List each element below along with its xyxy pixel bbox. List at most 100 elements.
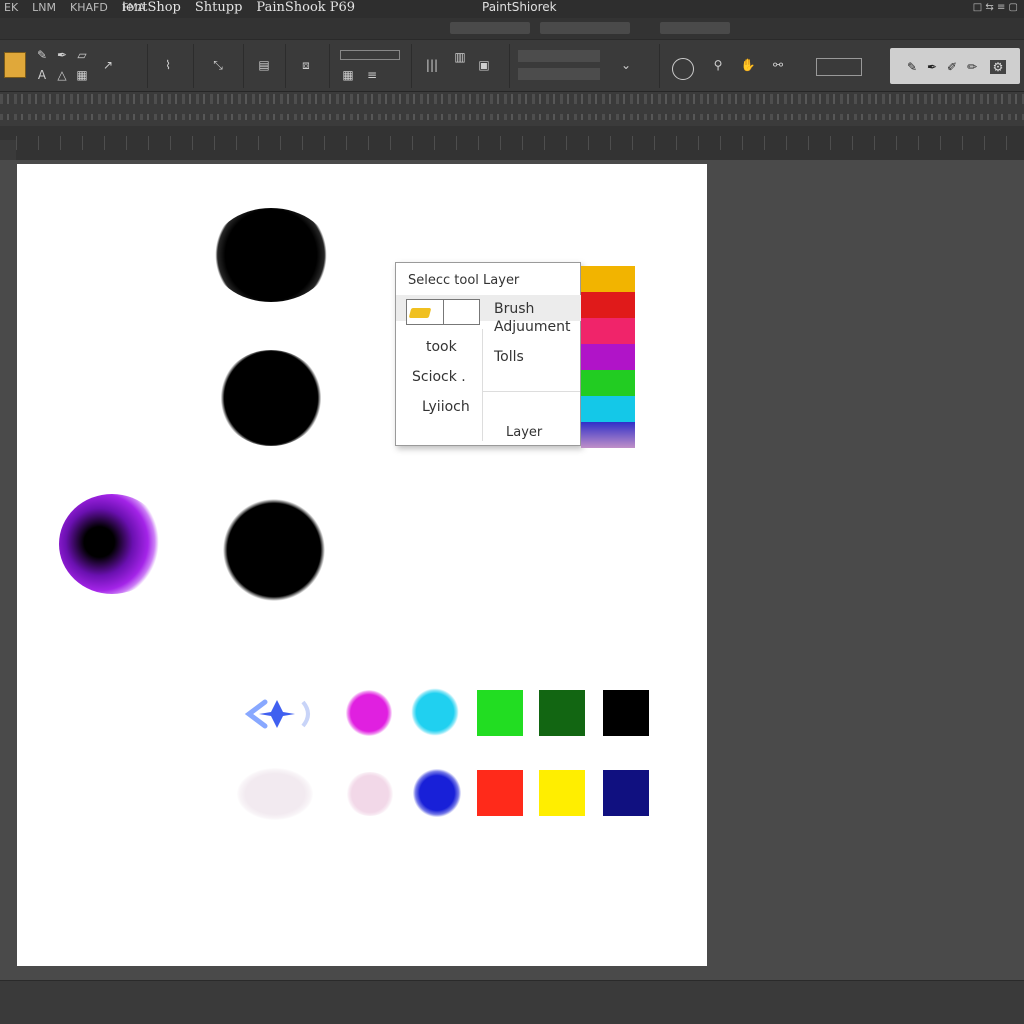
arrow-icon[interactable]: ↗ bbox=[100, 58, 116, 72]
app-name: PainShook P69 bbox=[256, 0, 356, 15]
menu-item[interactable]: KHAFD bbox=[70, 1, 108, 14]
drawing-canvas[interactable]: Selecc tool Layer Brush Adjuument Tolls … bbox=[17, 164, 707, 966]
menu-item[interactable]: EK bbox=[4, 1, 18, 14]
brush-icon[interactable]: ✎ bbox=[34, 48, 50, 62]
color-chip[interactable] bbox=[581, 318, 635, 344]
tool-group: ⚲ ✋ ⚯ bbox=[660, 44, 890, 88]
settings-icon[interactable]: ⚙ bbox=[990, 60, 1006, 74]
chevron-down-icon[interactable]: ⌄ bbox=[618, 58, 634, 72]
black-brush-stroke bbox=[223, 498, 325, 602]
dropdown-icon[interactable] bbox=[518, 50, 600, 62]
tab-strip bbox=[0, 18, 1024, 40]
person-icon[interactable]: ⚲ bbox=[710, 58, 726, 72]
lasso-icon[interactable]: ⌇ bbox=[160, 58, 176, 72]
color-chip[interactable] bbox=[581, 344, 635, 370]
menu-item[interactable]: LNM bbox=[32, 1, 56, 14]
red-swatch[interactable] bbox=[477, 770, 523, 816]
stamp-icon[interactable]: ⧈ bbox=[298, 58, 314, 72]
brush-preview[interactable] bbox=[406, 299, 480, 325]
cyan-brush-dab bbox=[411, 688, 459, 736]
grid-icon[interactable]: ▦ bbox=[74, 68, 90, 82]
circle-select-icon[interactable] bbox=[672, 58, 694, 80]
tab[interactable] bbox=[450, 22, 530, 34]
options-toolbar: ✎ ✒ ▱ A △ ▦ ↗ ⌇ ⤡ ▤ ⧈ ▦ ≡ ||| ▥ ▣ ⌄ ⚲ ✋ … bbox=[0, 40, 1024, 92]
yellow-swatch[interactable] bbox=[539, 770, 585, 816]
blue-brush-dab bbox=[413, 768, 461, 818]
popup-item-brush[interactable]: Brush bbox=[494, 301, 534, 317]
popup-divider bbox=[482, 391, 580, 392]
value-field-icon[interactable] bbox=[816, 58, 862, 76]
black-swatch[interactable] bbox=[603, 690, 649, 736]
popup-item-tools[interactable]: Tolls bbox=[494, 349, 524, 365]
tab[interactable] bbox=[540, 22, 630, 34]
separator bbox=[0, 94, 1024, 104]
popup-title: Selecc tool Layer bbox=[408, 273, 520, 288]
bars-icon[interactable]: ||| bbox=[424, 58, 440, 72]
layers-icon[interactable]: ▤ bbox=[256, 58, 272, 72]
pen-icon[interactable]: ✒ bbox=[924, 60, 940, 74]
status-bar bbox=[0, 980, 1024, 1024]
grid-icon[interactable]: ▦ bbox=[340, 68, 356, 82]
popup-item-layer[interactable]: Layer bbox=[506, 425, 542, 440]
panel-icon[interactable]: ▣ bbox=[476, 58, 492, 72]
ruler-ticks bbox=[16, 136, 1016, 150]
black-brush-stroke bbox=[211, 208, 331, 302]
magenta-brush-dab bbox=[345, 690, 393, 736]
color-chip[interactable] bbox=[581, 266, 635, 292]
green-swatch[interactable] bbox=[477, 690, 523, 736]
color-chip[interactable] bbox=[581, 370, 635, 396]
app-name: ientShop bbox=[122, 0, 181, 15]
tool-group: ▤ bbox=[244, 44, 286, 88]
app-name: Shtupp bbox=[194, 0, 243, 15]
text-icon[interactable]: A bbox=[34, 68, 50, 82]
dark-green-swatch[interactable] bbox=[539, 690, 585, 736]
tool-group: ⌄ bbox=[510, 44, 660, 88]
app-name-group: ientShop Shtupp PainShook P69 bbox=[122, 0, 355, 15]
workspace: Selecc tool Layer Brush Adjuument Tolls … bbox=[0, 160, 1024, 980]
color-strip bbox=[581, 266, 635, 448]
popup-item-sciock[interactable]: Sciock . bbox=[412, 369, 466, 385]
window-controls[interactable]: □ ⇆ ≡ ▢ bbox=[973, 2, 1018, 13]
slider-icon[interactable] bbox=[340, 50, 400, 60]
color-chip[interactable] bbox=[581, 396, 635, 422]
marker-icon[interactable]: ✐ bbox=[944, 60, 960, 74]
dropdown-icon[interactable] bbox=[518, 68, 600, 80]
table-icon[interactable]: ▥ bbox=[452, 50, 468, 64]
popup-item-lyiioch[interactable]: Lyiioch bbox=[422, 399, 470, 415]
arrow-shapes-icon bbox=[243, 694, 317, 734]
tab[interactable] bbox=[660, 22, 730, 34]
tool-group: ⧈ bbox=[286, 44, 330, 88]
color-chip[interactable] bbox=[581, 292, 635, 318]
popup-divider bbox=[482, 329, 483, 441]
align-icon[interactable]: ≡ bbox=[364, 68, 380, 82]
separator bbox=[0, 114, 1024, 120]
transform-icon[interactable]: ⤡ bbox=[210, 58, 226, 72]
purple-brush-stroke bbox=[59, 494, 165, 594]
tool-group: ⤡ bbox=[194, 44, 244, 88]
tool-group: ||| ▥ ▣ bbox=[412, 44, 510, 88]
navy-swatch[interactable] bbox=[603, 770, 649, 816]
preview-divider bbox=[443, 300, 444, 324]
foreground-color-swatch[interactable] bbox=[4, 52, 26, 78]
title-bar: EK LNM KHAFD FMA ientShop Shtupp PainSho… bbox=[0, 0, 1024, 18]
color-chip[interactable] bbox=[581, 422, 635, 448]
right-tool-panel: ✎ ✒ ✐ ✏ ⚙ bbox=[890, 48, 1020, 84]
brush-icon[interactable]: ✎ bbox=[904, 60, 920, 74]
black-brush-stroke bbox=[219, 350, 323, 446]
pencil-icon[interactable]: ✏ bbox=[964, 60, 980, 74]
pale-brush-dab bbox=[237, 768, 313, 820]
pen-icon[interactable]: ✒ bbox=[54, 48, 70, 62]
popup-item-adjustment[interactable]: Adjuument bbox=[494, 319, 570, 335]
tool-group: ▦ ≡ bbox=[330, 44, 412, 88]
eraser-icon[interactable]: ▱ bbox=[74, 48, 90, 62]
popup-item-took[interactable]: took bbox=[426, 339, 457, 355]
hand-icon[interactable]: ✋ bbox=[740, 58, 756, 72]
select-tool-popup: Selecc tool Layer Brush Adjuument Tolls … bbox=[395, 262, 582, 446]
brush-preview-icon bbox=[408, 308, 432, 318]
pink-brush-dab bbox=[345, 772, 395, 816]
zoom-icon[interactable]: ⚯ bbox=[770, 58, 786, 72]
document-title: PaintShiorek bbox=[482, 0, 557, 14]
tool-group: ⌇ bbox=[148, 44, 194, 88]
horizontal-ruler bbox=[0, 126, 1024, 160]
shape-icon[interactable]: △ bbox=[54, 68, 70, 82]
